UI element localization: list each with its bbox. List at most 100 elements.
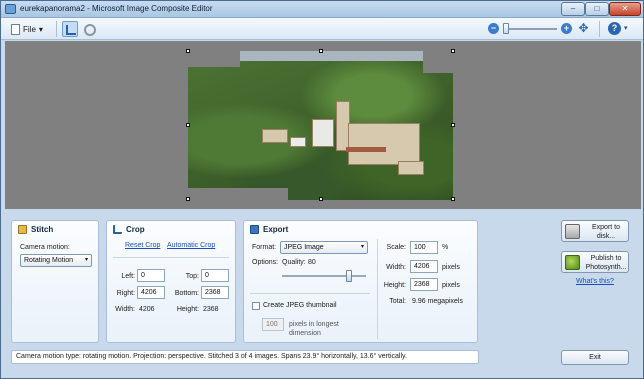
crop-bottom-input[interactable]: 2368 <box>201 286 229 299</box>
divider <box>250 293 370 294</box>
chevron-down-icon[interactable]: ▾ <box>624 24 628 32</box>
crop-title: Crop <box>126 225 145 234</box>
whats-this-link[interactable]: What's this? <box>576 278 614 285</box>
crop-width-label: Width: <box>115 306 135 313</box>
stitch-icon <box>18 225 27 234</box>
crop-panel-title: Crop <box>113 225 145 234</box>
export-width-label: Width: <box>386 264 406 271</box>
crop-icon <box>113 225 122 234</box>
divider <box>113 257 229 258</box>
crop-right-label: Right: <box>116 290 135 297</box>
chevron-down-icon: ▾ <box>84 257 88 263</box>
crop-right-input[interactable]: 4206 <box>137 286 165 299</box>
app-window: eurekapanorama2 - Microsoft Image Compos… <box>0 0 644 379</box>
hotel-building <box>348 123 420 165</box>
scale-label: Scale: <box>386 244 406 251</box>
publish-line1: Publish to <box>590 255 622 262</box>
camera-motion-select[interactable]: Rotating Motion ▾ <box>20 254 92 267</box>
thumbnail-size-input[interactable]: 100 <box>262 318 284 331</box>
export-icon <box>250 225 259 234</box>
crop-handle-bottom[interactable] <box>319 197 323 201</box>
crop-handle-right[interactable] <box>451 123 455 127</box>
stitch-panel: Stitch Camera motion: Rotating Motion ▾ <box>11 220 99 343</box>
file-menu-button[interactable]: File ▾ <box>7 21 47 37</box>
zoom-slider-handle[interactable] <box>503 23 509 34</box>
uncovered-area <box>188 188 288 200</box>
crop-tool-icon[interactable] <box>62 21 78 37</box>
format-label: Format: <box>252 244 277 251</box>
document-icon <box>11 23 20 35</box>
maximize-button[interactable]: □ <box>585 2 609 16</box>
publish-to-photosynth-button[interactable]: Publish to Photosynth... <box>561 251 629 273</box>
crop-handle-bottom-left[interactable] <box>186 197 190 201</box>
uncovered-area <box>423 51 453 73</box>
zoom-slider-track[interactable] <box>503 28 557 30</box>
toolbar-divider <box>56 21 57 37</box>
quality-slider-track[interactable] <box>282 275 366 277</box>
small-building <box>262 129 288 143</box>
thumbnail-unit-label: pixels in longest <box>289 321 339 328</box>
stitch-panel-title: Stitch <box>18 225 53 234</box>
export-height-input[interactable]: 2368 <box>410 278 438 291</box>
sky-strip <box>240 51 423 61</box>
preview-canvas[interactable] <box>5 41 641 209</box>
scale-input[interactable]: 100 <box>410 241 438 254</box>
exit-button[interactable]: Exit <box>561 350 629 365</box>
crop-handle-bottom-right[interactable] <box>451 197 455 201</box>
crop-height-value: 2368 <box>203 306 219 313</box>
export-title: Export <box>263 225 289 234</box>
quality-value: 80 <box>308 259 316 266</box>
crop-left-input[interactable]: 0 <box>137 269 165 282</box>
toolbar-divider <box>599 21 600 37</box>
export-to-disk-line1: Export to <box>591 224 620 231</box>
export-to-disk-button[interactable]: Export to disk... <box>561 220 629 242</box>
export-height-label: Height: <box>383 282 406 289</box>
crop-width-value: 4206 <box>139 306 155 313</box>
reset-crop-link[interactable]: Reset Crop <box>125 242 160 249</box>
chevron-down-icon: ▾ <box>38 24 43 34</box>
export-width-input[interactable]: 4206 <box>410 260 438 273</box>
jpeg-thumbnail-label: Create JPEG thumbnail <box>263 302 337 309</box>
crop-top-input[interactable]: 0 <box>201 269 229 282</box>
crop-panel: Crop Reset Crop Automatic Crop Left: 0 T… <box>106 220 236 343</box>
small-building <box>398 161 424 175</box>
crop-handle-top[interactable] <box>319 49 323 53</box>
stitch-title: Stitch <box>31 225 54 234</box>
crop-top-label: Top: <box>185 273 199 280</box>
crop-bottom-label: Bottom: <box>174 290 199 297</box>
photosynth-icon <box>565 255 580 270</box>
export-panel-title: Export <box>250 225 288 234</box>
panorama-preview-image <box>188 51 453 200</box>
fit-to-window-icon[interactable]: ✥ <box>577 22 590 35</box>
automatic-crop-link[interactable]: Automatic Crop <box>167 242 215 249</box>
zoom-in-icon[interactable]: + <box>561 23 572 34</box>
options-label: Options: <box>252 259 279 266</box>
title-bar: eurekapanorama2 - Microsoft Image Compos… <box>1 1 643 18</box>
jpeg-thumbnail-checkbox[interactable] <box>252 302 260 310</box>
export-to-disk-line2: disk... <box>596 233 616 240</box>
app-icon <box>5 4 16 14</box>
rotate-tool-icon[interactable] <box>81 21 97 37</box>
file-menu-label: File <box>23 24 36 34</box>
chevron-down-icon: ▾ <box>360 244 364 250</box>
divider <box>377 239 378 339</box>
minimize-button[interactable]: – <box>561 2 585 16</box>
help-icon[interactable]: ? <box>608 22 621 35</box>
format-select[interactable]: JPEG Image ▾ <box>280 241 368 254</box>
quality-slider-handle[interactable] <box>346 270 353 282</box>
small-building <box>290 137 306 147</box>
white-building <box>312 119 334 147</box>
crop-handle-top-left[interactable] <box>186 49 190 53</box>
export-to-disk-label: Export to disk... <box>584 223 628 241</box>
crop-handle-top-right[interactable] <box>451 49 455 53</box>
camera-motion-label: Camera motion: <box>20 244 70 251</box>
zoom-out-icon[interactable]: − <box>488 23 499 34</box>
crop-height-label: Height: <box>176 306 199 313</box>
crop-handle-left[interactable] <box>186 123 190 127</box>
export-width-unit: pixels <box>442 264 460 271</box>
quality-label: Quality: <box>282 259 306 266</box>
crop-left-label: Left: <box>121 273 135 280</box>
close-button[interactable]: ✕ <box>609 2 641 16</box>
status-bar: Camera motion type: rotating motion. Pro… <box>11 350 479 364</box>
total-label: Total: <box>389 298 406 305</box>
